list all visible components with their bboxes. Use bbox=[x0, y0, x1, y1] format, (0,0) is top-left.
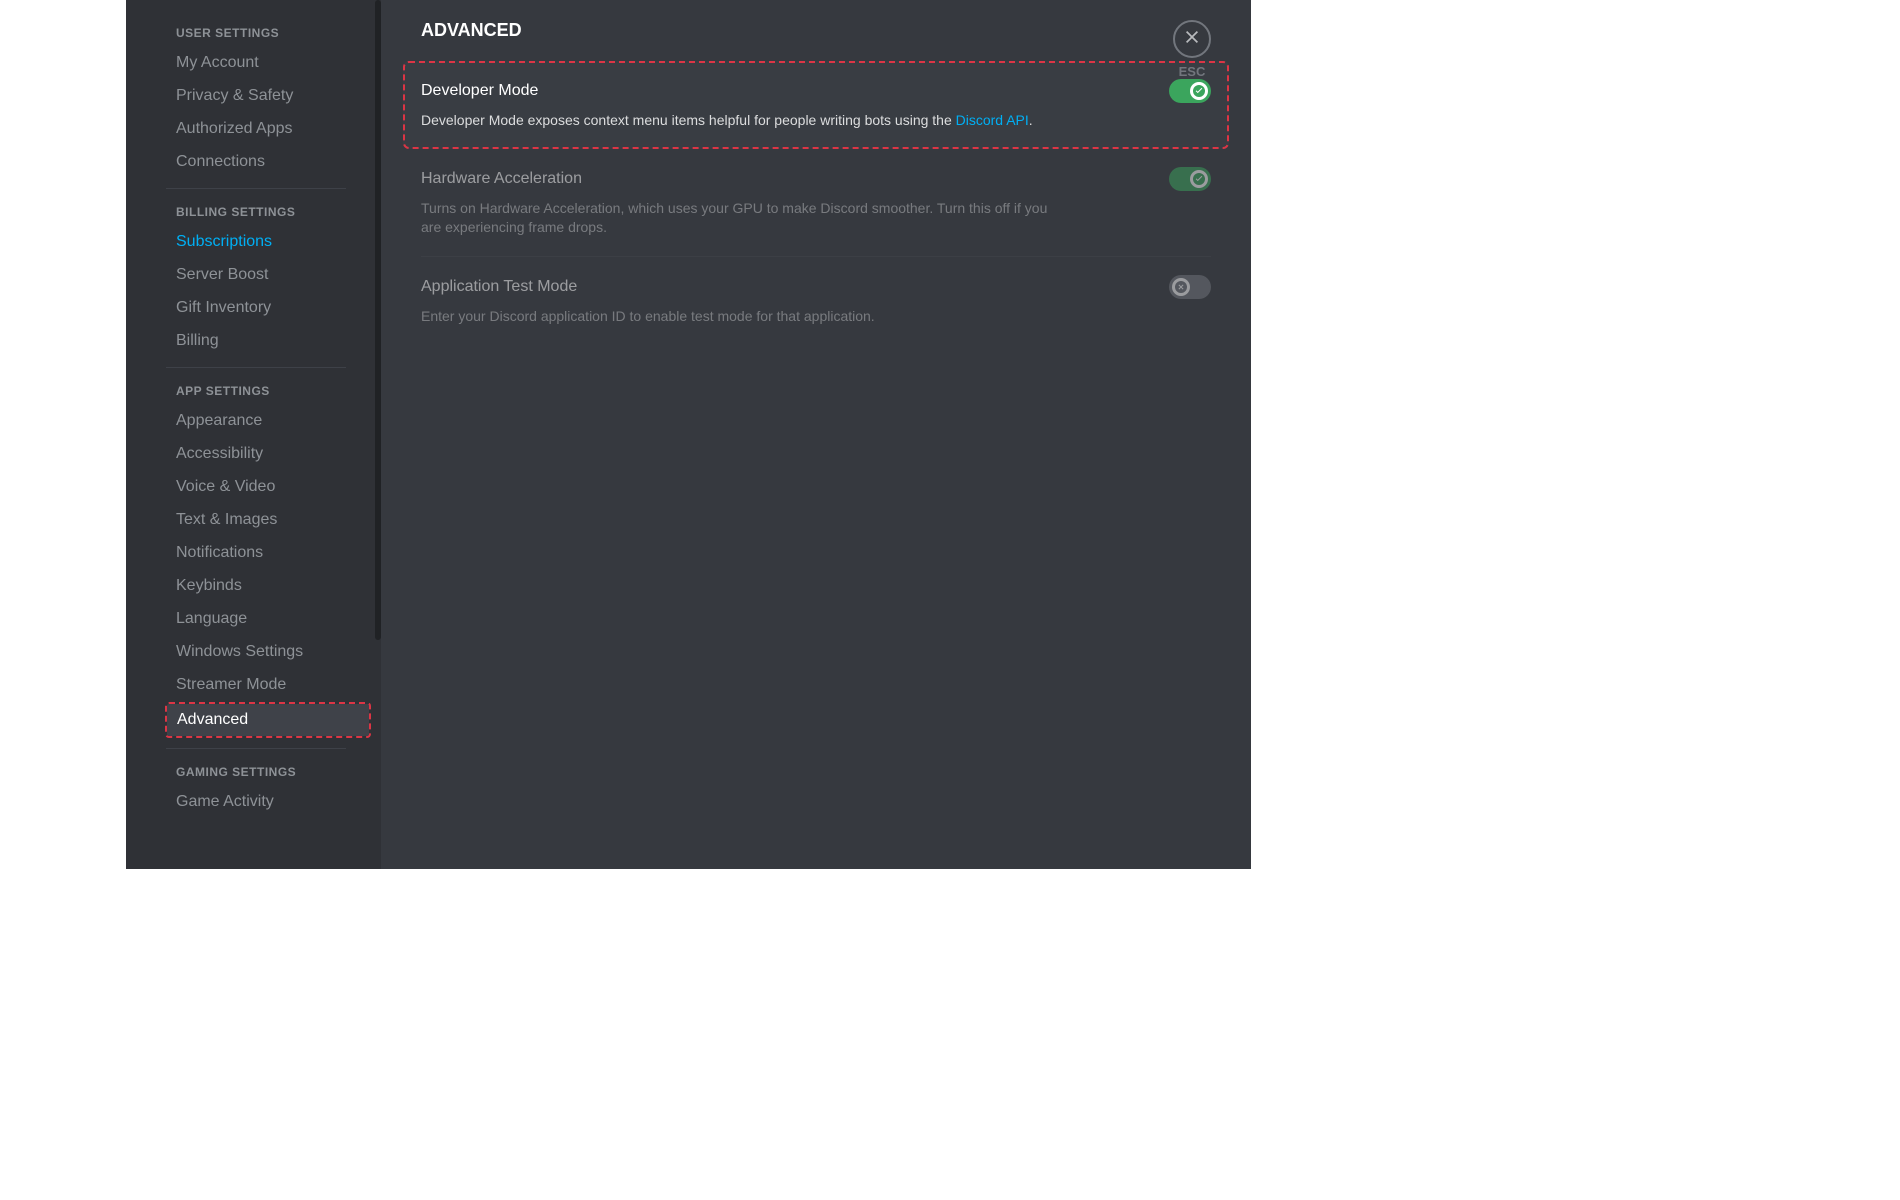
x-icon bbox=[1172, 278, 1190, 296]
highlight-box-sidebar: Advanced bbox=[165, 702, 371, 738]
setting-title-application-test-mode: Application Test Mode bbox=[421, 278, 577, 296]
page-title: ADVANCED bbox=[421, 20, 1211, 41]
setting-hardware-acceleration: Hardware Acceleration Turns on Hardware … bbox=[421, 149, 1211, 257]
setting-desc-developer-mode: Developer Mode exposes context menu item… bbox=[421, 111, 1061, 131]
sidebar-item-server-boost[interactable]: Server Boost bbox=[166, 259, 371, 291]
close-icon bbox=[1183, 28, 1201, 51]
close-area: ESC bbox=[1173, 20, 1211, 79]
sidebar-item-authorized-apps[interactable]: Authorized Apps bbox=[166, 113, 371, 145]
setting-title-hardware-acceleration: Hardware Acceleration bbox=[421, 170, 582, 188]
settings-window: USER SETTINGS My Account Privacy & Safet… bbox=[126, 0, 1251, 869]
sidebar-item-appearance[interactable]: Appearance bbox=[166, 405, 371, 437]
highlight-box-developer-mode: Developer Mode Developer Mode exposes co… bbox=[403, 61, 1229, 149]
toggle-application-test-mode[interactable] bbox=[1169, 275, 1211, 299]
close-button[interactable] bbox=[1173, 20, 1211, 58]
sidebar-divider bbox=[166, 188, 346, 189]
sidebar-item-accessibility[interactable]: Accessibility bbox=[166, 438, 371, 470]
sidebar-item-subscriptions[interactable]: Subscriptions bbox=[166, 226, 371, 258]
sidebar-item-voice-video[interactable]: Voice & Video bbox=[166, 471, 371, 503]
setting-application-test-mode: Application Test Mode Enter your Discord… bbox=[421, 257, 1211, 345]
sidebar-header-gaming-settings: GAMING SETTINGS bbox=[176, 759, 371, 785]
sidebar-item-windows-settings[interactable]: Windows Settings bbox=[166, 636, 371, 668]
settings-sidebar: USER SETTINGS My Account Privacy & Safet… bbox=[126, 0, 381, 869]
sidebar-item-privacy-safety[interactable]: Privacy & Safety bbox=[166, 80, 371, 112]
setting-desc-application-test-mode: Enter your Discord application ID to ena… bbox=[421, 307, 1061, 327]
check-icon bbox=[1190, 170, 1208, 188]
check-icon bbox=[1190, 82, 1208, 100]
esc-label: ESC bbox=[1173, 64, 1211, 79]
sidebar-item-keybinds[interactable]: Keybinds bbox=[166, 570, 371, 602]
settings-main: ADVANCED ESC Developer Mode Developer Mo… bbox=[381, 0, 1251, 869]
sidebar-item-my-account[interactable]: My Account bbox=[166, 47, 371, 79]
sidebar-item-language[interactable]: Language bbox=[166, 603, 371, 635]
setting-desc-hardware-acceleration: Turns on Hardware Acceleration, which us… bbox=[421, 199, 1061, 238]
sidebar-item-advanced[interactable]: Advanced bbox=[167, 704, 369, 736]
sidebar-item-connections[interactable]: Connections bbox=[166, 146, 371, 178]
discord-api-link[interactable]: Discord API bbox=[956, 112, 1029, 128]
sidebar-item-notifications[interactable]: Notifications bbox=[166, 537, 371, 569]
sidebar-header-app-settings: APP SETTINGS bbox=[176, 378, 371, 404]
setting-title-developer-mode: Developer Mode bbox=[421, 82, 538, 100]
sidebar-item-billing[interactable]: Billing bbox=[166, 325, 371, 357]
toggle-developer-mode[interactable] bbox=[1169, 79, 1211, 103]
sidebar-item-text-images[interactable]: Text & Images bbox=[166, 504, 371, 536]
sidebar-divider bbox=[166, 748, 346, 749]
sidebar-item-gift-inventory[interactable]: Gift Inventory bbox=[166, 292, 371, 324]
sidebar-divider bbox=[166, 367, 346, 368]
sidebar-header-billing-settings: BILLING SETTINGS bbox=[176, 199, 371, 225]
sidebar-header-user-settings: USER SETTINGS bbox=[176, 20, 371, 46]
sidebar-item-streamer-mode[interactable]: Streamer Mode bbox=[166, 669, 371, 701]
toggle-hardware-acceleration[interactable] bbox=[1169, 167, 1211, 191]
sidebar-item-game-activity[interactable]: Game Activity bbox=[166, 786, 371, 818]
